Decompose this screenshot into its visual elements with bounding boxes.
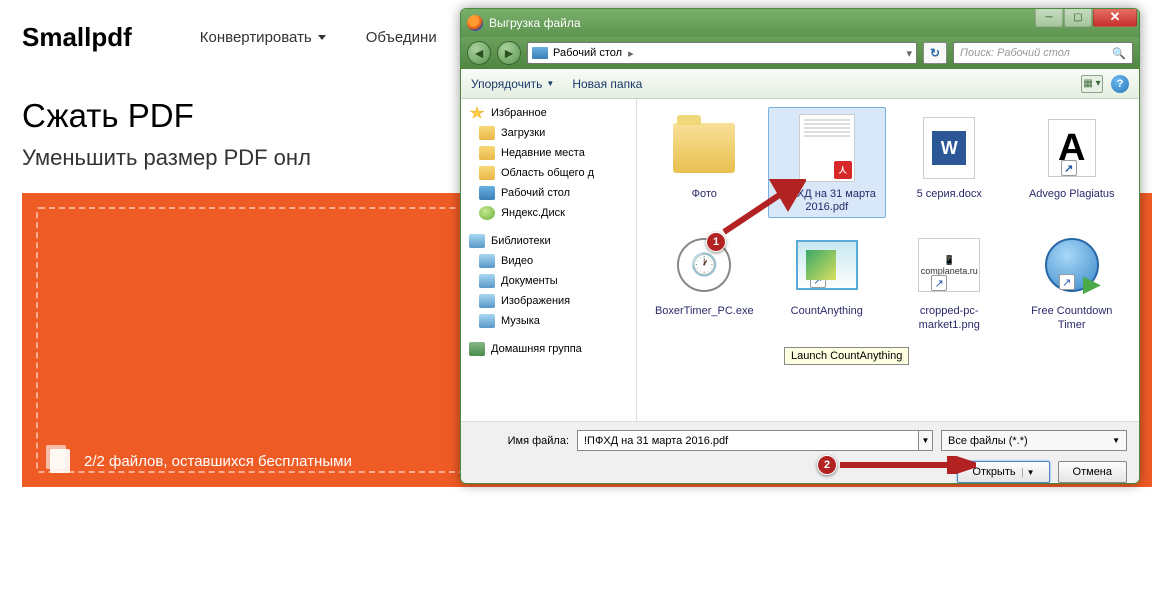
files-icon — [50, 449, 70, 473]
files-remaining-label: 2/2 файлов, оставшихся бесплатными — [84, 453, 352, 470]
nav-merge[interactable]: Объедини — [366, 29, 437, 46]
organize-menu[interactable]: Упорядочить ▼ — [471, 77, 554, 91]
filename-input[interactable] — [577, 430, 919, 451]
folder-icon — [479, 166, 495, 180]
timer-icon: ↗ — [1045, 238, 1099, 292]
sidebar-item-documents[interactable]: Документы — [461, 271, 636, 291]
back-button[interactable]: ◄ — [467, 41, 491, 65]
sidebar-favorites[interactable]: Избранное — [461, 103, 636, 123]
star-icon — [469, 106, 485, 120]
library-icon — [469, 234, 485, 248]
logo[interactable]: Smallpdf — [22, 22, 132, 53]
folder-icon — [673, 123, 735, 173]
annotation-arrow-2 — [836, 456, 976, 474]
firefox-icon — [467, 15, 483, 31]
breadcrumb-arrow-icon: ▸ — [628, 47, 634, 60]
shortcut-icon: ↗ — [1059, 274, 1075, 290]
homegroup-icon — [469, 342, 485, 356]
yandex-disk-icon — [479, 206, 495, 220]
dialog-footer: Имя файла: ▼ Все файлы (*.*)▼ Открыть▼ О… — [461, 421, 1139, 484]
filetype-select[interactable]: Все файлы (*.*)▼ — [941, 430, 1127, 451]
annotation-badge-2: 2 — [817, 455, 837, 475]
breadcrumb-dropdown-icon[interactable]: ▾ — [906, 47, 912, 60]
sidebar-item-desktop[interactable]: Рабочий стол — [461, 183, 636, 203]
sidebar-item-recent[interactable]: Недавние места — [461, 143, 636, 163]
sidebar-item-yandex[interactable]: Яндекс.Диск — [461, 203, 636, 223]
dialog-sidebar: Избранное Загрузки Недавние места Област… — [461, 99, 637, 421]
image-thumb-icon: 📱complaneta.ru↗ — [918, 238, 980, 292]
annotation-arrow-1 — [716, 178, 806, 240]
document-icon — [479, 274, 495, 288]
shortcut-icon: ↗ — [1061, 160, 1077, 176]
sidebar-homegroup[interactable]: Домашняя группа — [461, 339, 636, 359]
desktop-icon — [532, 47, 548, 59]
file-item-countanything[interactable]: ↗CountAnything — [768, 224, 887, 335]
search-input[interactable]: Поиск: Рабочий стол 🔍 — [953, 42, 1133, 64]
file-item-png[interactable]: 📱complaneta.ru↗cropped-pc-market1.png — [890, 224, 1009, 335]
image-icon — [479, 294, 495, 308]
file-list: Фото 人!ПФХД на 31 марта 2016.pdf W5 сери… — [637, 99, 1139, 421]
view-options-button[interactable]: ▦ ▾ — [1081, 75, 1103, 93]
app-icon: A↗ — [1048, 119, 1096, 177]
help-button[interactable]: ? — [1111, 75, 1129, 93]
dialog-titlebar[interactable]: Выгрузка файла ─ ▢ ✕ — [461, 9, 1139, 37]
cancel-button[interactable]: Отмена — [1058, 461, 1127, 483]
caret-down-icon — [318, 35, 326, 40]
sidebar-item-downloads[interactable]: Загрузки — [461, 123, 636, 143]
shortcut-icon: ↗ — [931, 275, 947, 291]
file-item-countdown[interactable]: ↗Free Countdown Timer — [1013, 224, 1132, 335]
dialog-navbar: ◄ ► Рабочий стол ▸ ▾ ↻ Поиск: Рабочий ст… — [461, 37, 1139, 69]
filename-label: Имя файла: — [473, 435, 569, 447]
filename-dropdown-icon[interactable]: ▼ — [919, 430, 933, 451]
sidebar-item-images[interactable]: Изображения — [461, 291, 636, 311]
refresh-button[interactable]: ↻ — [923, 42, 947, 64]
forward-button[interactable]: ► — [497, 41, 521, 65]
new-folder-button[interactable]: Новая папка — [572, 77, 642, 91]
main-nav: Конвертировать Объедини — [200, 29, 437, 46]
desktop-icon — [479, 186, 495, 200]
file-item-advego[interactable]: A↗Advego Plagiatus — [1013, 107, 1132, 218]
file-upload-dialog: Выгрузка файла ─ ▢ ✕ ◄ ► Рабочий стол ▸ … — [460, 8, 1140, 484]
sidebar-libraries[interactable]: Библиотеки — [461, 231, 636, 251]
folder-icon — [479, 146, 495, 160]
annotation-badge-1: 1 — [706, 232, 726, 252]
maximize-button[interactable]: ▢ — [1064, 8, 1092, 27]
tooltip: Launch CountAnything — [784, 347, 909, 365]
search-icon: 🔍 — [1112, 47, 1126, 60]
folder-icon — [479, 126, 495, 140]
video-icon — [479, 254, 495, 268]
file-item-docx[interactable]: W5 серия.docx — [890, 107, 1009, 218]
open-split-icon[interactable]: ▼ — [1022, 468, 1035, 477]
sidebar-item-video[interactable]: Видео — [461, 251, 636, 271]
file-item-boxertimer[interactable]: 🕐BoxerTimer_PC.exe — [645, 224, 764, 335]
address-breadcrumb[interactable]: Рабочий стол ▸ ▾ — [527, 42, 917, 64]
sidebar-item-music[interactable]: Музыка — [461, 311, 636, 331]
dialog-title: Выгрузка файла — [489, 16, 581, 30]
nav-convert[interactable]: Конвертировать — [200, 29, 326, 46]
shortcut-icon: ↗ — [810, 272, 826, 288]
window-icon: ↗ — [796, 240, 858, 290]
word-icon: W — [923, 117, 975, 179]
dialog-toolbar: Упорядочить ▼ Новая папка ▦ ▾ ? — [461, 69, 1139, 99]
minimize-button[interactable]: ─ — [1035, 8, 1063, 27]
music-icon — [479, 314, 495, 328]
pdf-icon: 人 — [799, 114, 855, 182]
close-button[interactable]: ✕ — [1093, 8, 1137, 27]
sidebar-item-shared[interactable]: Область общего д — [461, 163, 636, 183]
